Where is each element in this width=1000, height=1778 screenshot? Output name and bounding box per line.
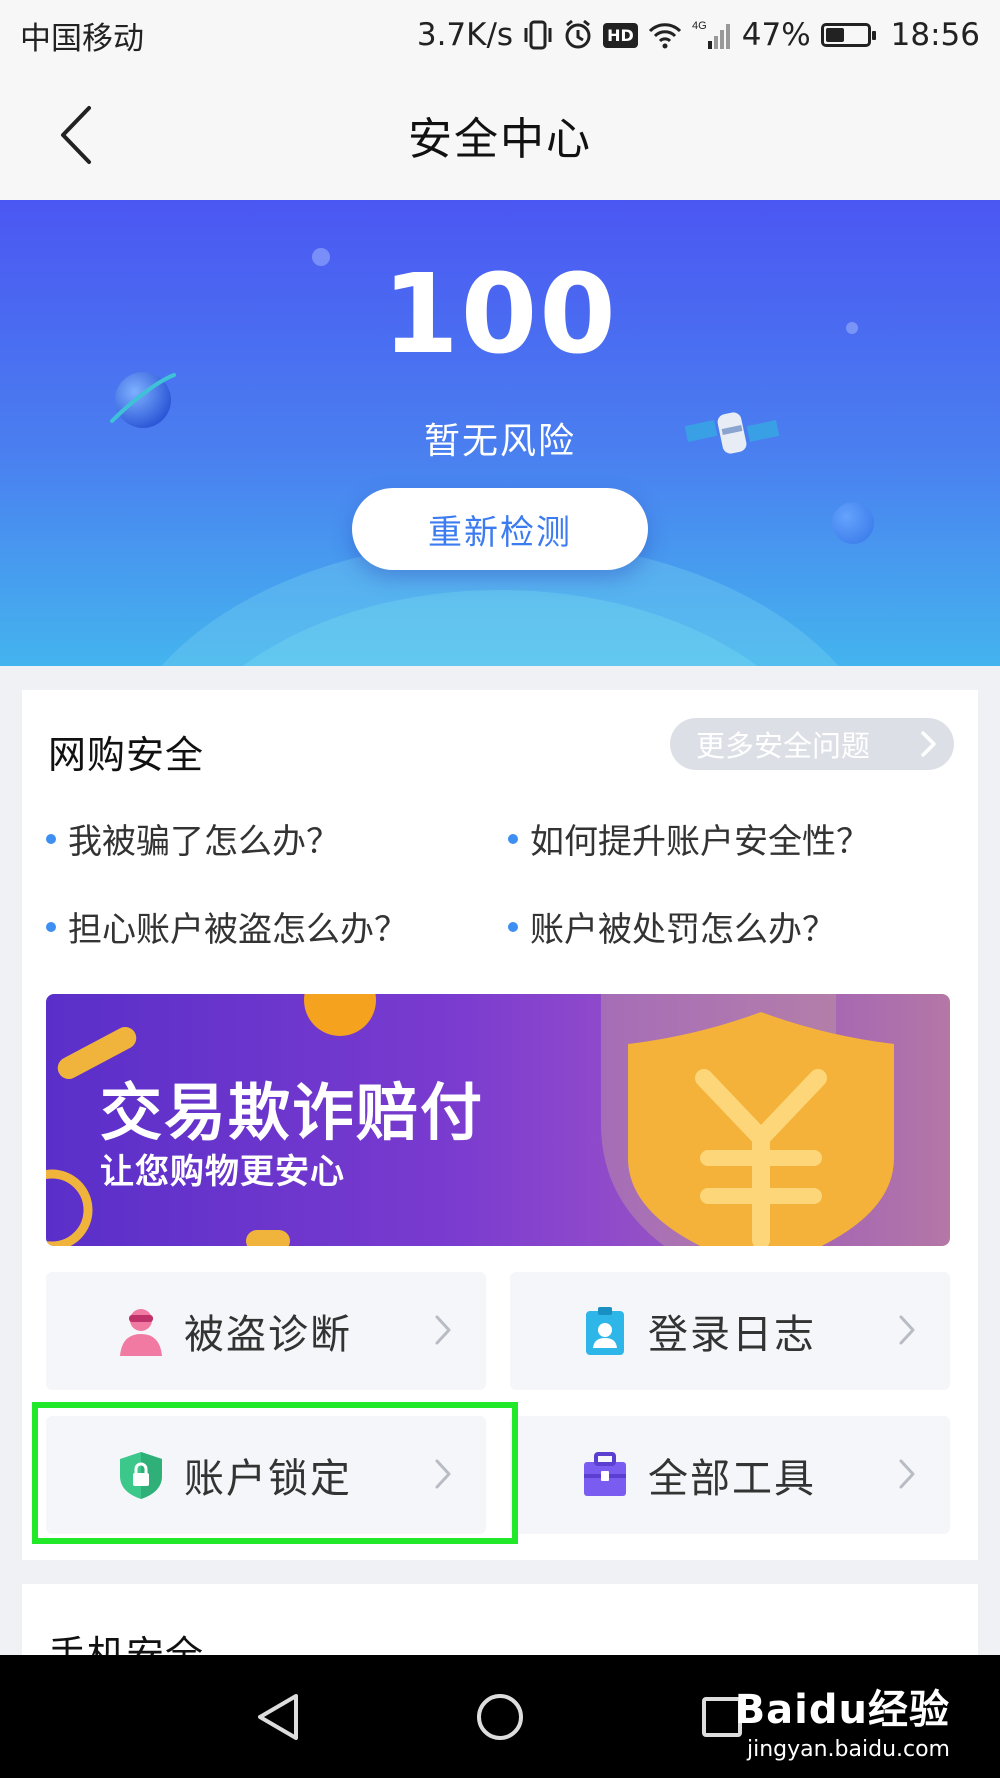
nav-bar: 安全中心 — [0, 70, 1000, 200]
faq-link[interactable]: 我被骗了怎么办？ — [46, 814, 340, 863]
page-title: 安全中心 — [408, 114, 592, 165]
system-navigation-bar: Baidu经验 jingyan.baidu.com — [0, 1655, 1000, 1778]
banner-subtitle: 让您购物更安心 — [100, 1152, 345, 1192]
tool-label: 全部工具 — [648, 1456, 816, 1502]
battery-icon — [820, 23, 876, 47]
chevron-right-icon — [921, 731, 936, 757]
alarm-icon — [563, 19, 593, 51]
login-log-button[interactable]: 登录日志 — [510, 1272, 950, 1390]
circle-home-icon — [477, 1693, 523, 1740]
theft-diagnosis-button[interactable]: 被盗诊断 — [46, 1272, 486, 1390]
network-type-label: 4G — [692, 20, 707, 32]
hd-badge: HD — [603, 22, 638, 48]
triangle-back-icon — [258, 1693, 298, 1740]
battery-percent: 47% — [741, 17, 811, 53]
more-button-label: 更多安全问题 — [696, 729, 871, 763]
clock: 18:56 — [890, 17, 980, 53]
security-score: 100 — [382, 250, 618, 378]
battery-level — [825, 28, 845, 42]
chevron-right-icon — [435, 1315, 451, 1345]
security-score-hero: 100 暂无风险 重新检测 — [0, 200, 1000, 666]
faq-link[interactable]: 如何提升账户安全性？ — [508, 814, 870, 863]
thief-icon — [120, 1309, 162, 1356]
toolbox-icon — [584, 1452, 626, 1496]
faq-link[interactable]: 担心账户被盗怎么办？ — [46, 902, 408, 951]
yuan-shield-icon — [628, 1012, 894, 1246]
network-speed: 3.7K/s — [416, 17, 514, 53]
recheck-button[interactable]: 重新检测 — [352, 488, 648, 570]
small-planet-decoration — [832, 502, 874, 544]
vibrate-icon — [523, 19, 553, 51]
risk-status-text: 暂无风险 — [423, 421, 576, 462]
fraud-compensation-banner[interactable]: 交易欺诈赔付 让您购物更安心 — [46, 994, 950, 1246]
tool-label: 被盗诊断 — [184, 1312, 352, 1358]
status-bar: 中国移动 3.7K/s HD 4G 47% 18:56 — [0, 0, 1000, 70]
chevron-right-icon — [899, 1315, 915, 1345]
watermark-brand: Baidu经验 — [734, 1687, 950, 1733]
system-back-button[interactable] — [218, 1655, 338, 1778]
status-icons: 3.7K/s HD 4G 47% 18:56 — [417, 17, 980, 53]
tool-label: 登录日志 — [648, 1312, 816, 1358]
chevron-right-icon — [899, 1459, 915, 1489]
more-security-questions-button[interactable]: 更多安全问题 — [670, 718, 954, 770]
all-tools-button[interactable]: 全部工具 — [510, 1416, 950, 1534]
highlight-box — [32, 1402, 518, 1544]
section-title: 网购安全 — [48, 733, 205, 777]
banner-title: 交易欺诈赔付 — [100, 1076, 485, 1149]
back-button[interactable] — [40, 100, 110, 170]
system-home-button[interactable] — [440, 1655, 560, 1778]
faq-link[interactable]: 账户被处罚怎么办？ — [508, 902, 836, 951]
login-log-icon — [586, 1307, 624, 1355]
signal-icon: 4G — [692, 19, 732, 51]
chevron-left-icon — [61, 106, 91, 164]
carrier-name: 中国移动 — [20, 20, 144, 57]
wifi-icon — [648, 21, 682, 49]
watermark-url: jingyan.baidu.com — [746, 1737, 950, 1762]
baidu-watermark: Baidu经验 jingyan.baidu.com — [735, 1677, 950, 1762]
